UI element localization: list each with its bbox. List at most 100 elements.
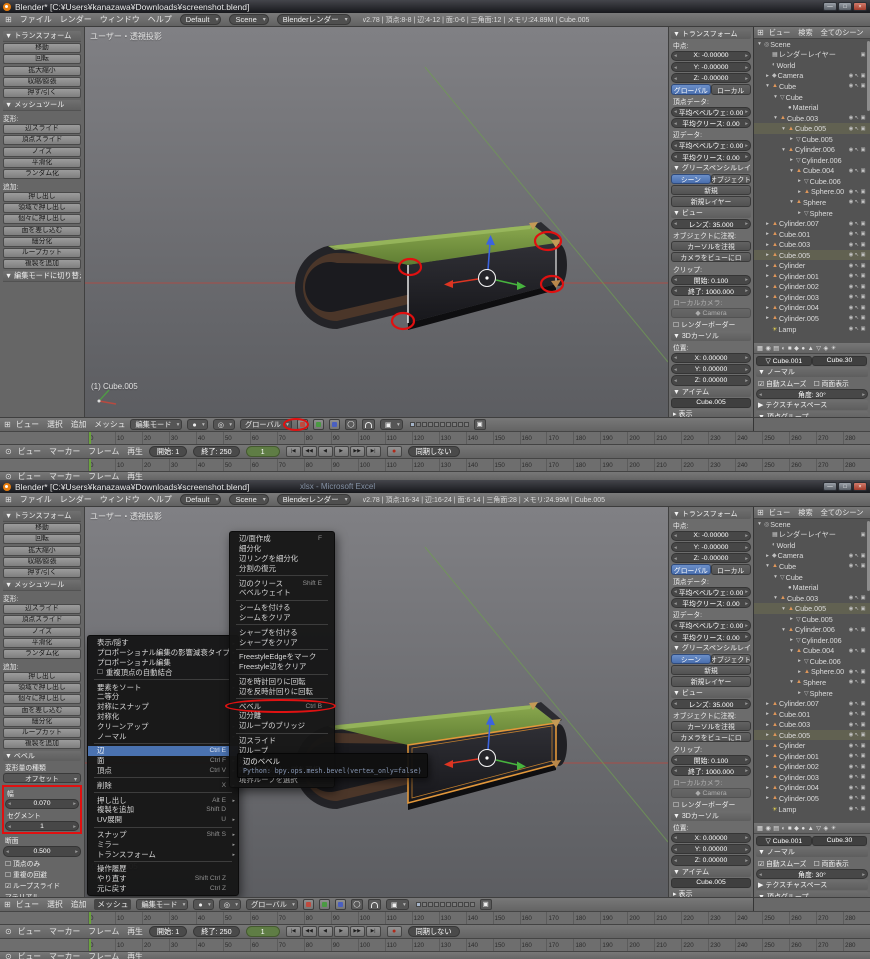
panel-row[interactable]: 0.070 <box>5 799 79 809</box>
panel-row[interactable]: ローカルカメラ: <box>671 777 751 787</box>
panel-row[interactable]: セグメント <box>5 810 79 820</box>
menu[interactable]: 再生 <box>127 471 143 480</box>
properties-tab-icon[interactable]: ▽ <box>816 825 821 832</box>
properties-tab-icon[interactable]: ▲ <box>808 825 814 832</box>
render-opengl-button[interactable]: ▣ <box>480 899 492 910</box>
restrict-icons[interactable]: ◉↖▣ <box>849 273 867 279</box>
panel-row[interactable]: ▼ グリースペンシルレイ <box>671 163 751 173</box>
panel-row[interactable]: ▼ トランスフォーム <box>671 509 751 519</box>
maximize-button[interactable]: □ <box>838 482 852 491</box>
panel-row[interactable]: 新規レイヤー <box>671 196 751 206</box>
panel-row[interactable]: 頂点データ: <box>671 576 751 586</box>
tool-button[interactable]: 平滑化 <box>3 158 81 168</box>
panel-row[interactable]: ▸ 表示 <box>671 409 751 417</box>
panel-row[interactable]: 1 <box>5 821 79 831</box>
expand-icon[interactable]: ▸ <box>796 669 803 675</box>
outliner-row[interactable]: ▸◆Camera◉↖▣ <box>754 551 870 562</box>
panel-header-transform[interactable]: ▼ トランスフォーム <box>3 31 81 42</box>
mode-selector[interactable]: 編集モード <box>130 419 182 430</box>
menu[interactable]: 全てのシーン <box>821 28 864 38</box>
expand-icon[interactable]: ▾ <box>788 168 795 174</box>
properties-tab-icon[interactable]: ◉ <box>765 345 770 352</box>
timeline-ruler-2[interactable]: 0102030405060708090100110120130140150160… <box>0 458 870 471</box>
maximize-button[interactable]: □ <box>838 2 852 11</box>
outliner-row[interactable]: ▾▲Cube.003◉↖▣ <box>754 593 870 604</box>
restrict-icons[interactable]: ◉↖▣ <box>849 701 867 707</box>
outliner-row[interactable]: ▦レンダーレイヤー▣ <box>754 530 870 541</box>
menu[interactable]: 追加 <box>71 419 87 430</box>
prev-keyframe-button[interactable]: ◀◀ <box>302 446 317 457</box>
outliner-row[interactable]: ●Material <box>754 582 870 593</box>
expand-icon[interactable]: ▸ <box>796 189 803 195</box>
timeline-ruler-2[interactable]: 0102030405060708090100110120130140150160… <box>0 938 870 951</box>
snap-magnet-toggle[interactable] <box>362 419 375 430</box>
outliner-row[interactable]: ◐World <box>754 540 870 551</box>
panel-row[interactable]: ローカル <box>711 564 751 574</box>
panel-row[interactable]: 終了: 1000.000 <box>671 766 751 776</box>
panel-header-meshtools[interactable]: ▼ メッシュツール <box>3 580 81 591</box>
expand-icon[interactable]: ▸ <box>764 263 771 269</box>
restrict-icons[interactable]: ◉↖▣ <box>849 743 867 749</box>
panel-header-transform[interactable]: ▼ トランスフォーム <box>3 511 81 522</box>
shading-selector[interactable]: ● <box>187 419 207 430</box>
outliner-row[interactable]: ▾▽Cube <box>754 572 870 583</box>
tool-button[interactable]: 回転 <box>3 54 81 64</box>
properties-tab-icon[interactable]: ● <box>801 345 805 352</box>
menu-item[interactable]: 重複頂点の自動結合 <box>88 667 238 677</box>
scene-selector[interactable]: Scene <box>229 494 268 505</box>
tool-button[interactable]: ノイズ <box>3 147 81 157</box>
panel-row[interactable]: Y: -0.00000 <box>671 62 751 72</box>
outliner-row[interactable]: ●Material <box>754 102 870 113</box>
properties-tab-icon[interactable]: ◐ <box>782 825 786 832</box>
mode-selector[interactable]: 編集モード <box>136 899 188 910</box>
properties-tab-icon[interactable]: ■ <box>788 825 792 832</box>
outliner-row[interactable]: ▸▲Sphere.00◉↖▣ <box>754 667 870 678</box>
menu[interactable]: メッシュ <box>94 419 125 430</box>
outliner-row[interactable]: ▸▽Sphere <box>754 688 870 699</box>
panel-row[interactable]: ▽ Cube.001 <box>756 356 812 366</box>
panel-row[interactable]: カメラをビューにロ <box>671 252 751 262</box>
scene-selector[interactable]: Scene <box>229 14 268 25</box>
panel-row[interactable]: ▼ アイテム <box>671 867 751 877</box>
restrict-icons[interactable]: ◉↖▣ <box>849 711 867 717</box>
snap-magnet-toggle[interactable] <box>368 899 381 910</box>
menu-item[interactable]: 頂点Ctrl V▸ <box>88 766 238 776</box>
outliner-row[interactable]: ▸▲Cube.003◉↖▣ <box>754 239 870 250</box>
proportional-edit-selector[interactable]: ◯ <box>345 419 357 430</box>
restrict-icons[interactable]: ◉↖▣ <box>849 753 867 759</box>
menu[interactable]: ファイル <box>20 494 52 505</box>
tool-button[interactable]: 辺スライド <box>3 124 81 134</box>
jump-start-button[interactable]: |◀ <box>286 926 301 937</box>
restrict-icons[interactable]: ◉↖▣ <box>849 83 867 89</box>
panel-row[interactable]: 幅 <box>5 787 79 797</box>
restrict-icons[interactable]: ◉↖▣ <box>849 785 867 791</box>
outliner-row[interactable]: ▾◎Scene <box>754 39 870 50</box>
outliner-row[interactable]: ▸▽Cube.006 <box>754 176 870 187</box>
prev-keyframe-button[interactable]: ◀◀ <box>302 926 317 937</box>
expand-icon[interactable]: ▾ <box>780 627 787 633</box>
panel-row[interactable]: X: -0.00000 <box>671 531 751 541</box>
outliner-row[interactable]: ▸▲Cylinder.004◉↖▣ <box>754 783 870 794</box>
panel-row[interactable]: X: -0.00000 <box>671 51 751 61</box>
panel-row[interactable]: 新規レイヤー <box>671 676 751 686</box>
restrict-icons[interactable]: ◉↖▣ <box>849 168 867 174</box>
timeline-ruler[interactable]: 0102030405060708090100110120130140150160… <box>0 431 870 444</box>
render-opengl-button[interactable]: ▣ <box>474 419 486 430</box>
panel-row[interactable]: Z: 0.00000 <box>671 375 751 385</box>
properties-tab-icon[interactable]: ▽ <box>816 345 821 352</box>
orientation-selector[interactable]: グローバル <box>240 419 292 430</box>
panel-row[interactable]: ▶ テクスチャスペース <box>756 400 868 410</box>
expand-icon[interactable]: ▸ <box>764 221 771 227</box>
panel-row[interactable]: ローカルカメラ: <box>671 297 751 307</box>
outliner-row[interactable]: ▸▲Cylinder.003◉↖▣ <box>754 772 870 783</box>
menu[interactable]: ウィンドウ <box>100 494 140 505</box>
restrict-icons[interactable]: ◉↖▣ <box>849 553 867 559</box>
expand-icon[interactable]: ▸ <box>764 774 771 780</box>
sync-mode-selector[interactable]: 同期しない <box>408 926 460 937</box>
tool-button[interactable]: 複製を追加 <box>3 259 81 269</box>
outliner-row[interactable]: ☀Lamp◉↖▣ <box>754 804 870 815</box>
current-frame-marker[interactable] <box>89 939 91 951</box>
restrict-icons[interactable]: ◉↖▣ <box>849 305 867 311</box>
expand-icon[interactable]: ▾ <box>764 563 771 569</box>
outliner-row[interactable]: ▸▲Cube.005◉↖▣ <box>754 250 870 261</box>
